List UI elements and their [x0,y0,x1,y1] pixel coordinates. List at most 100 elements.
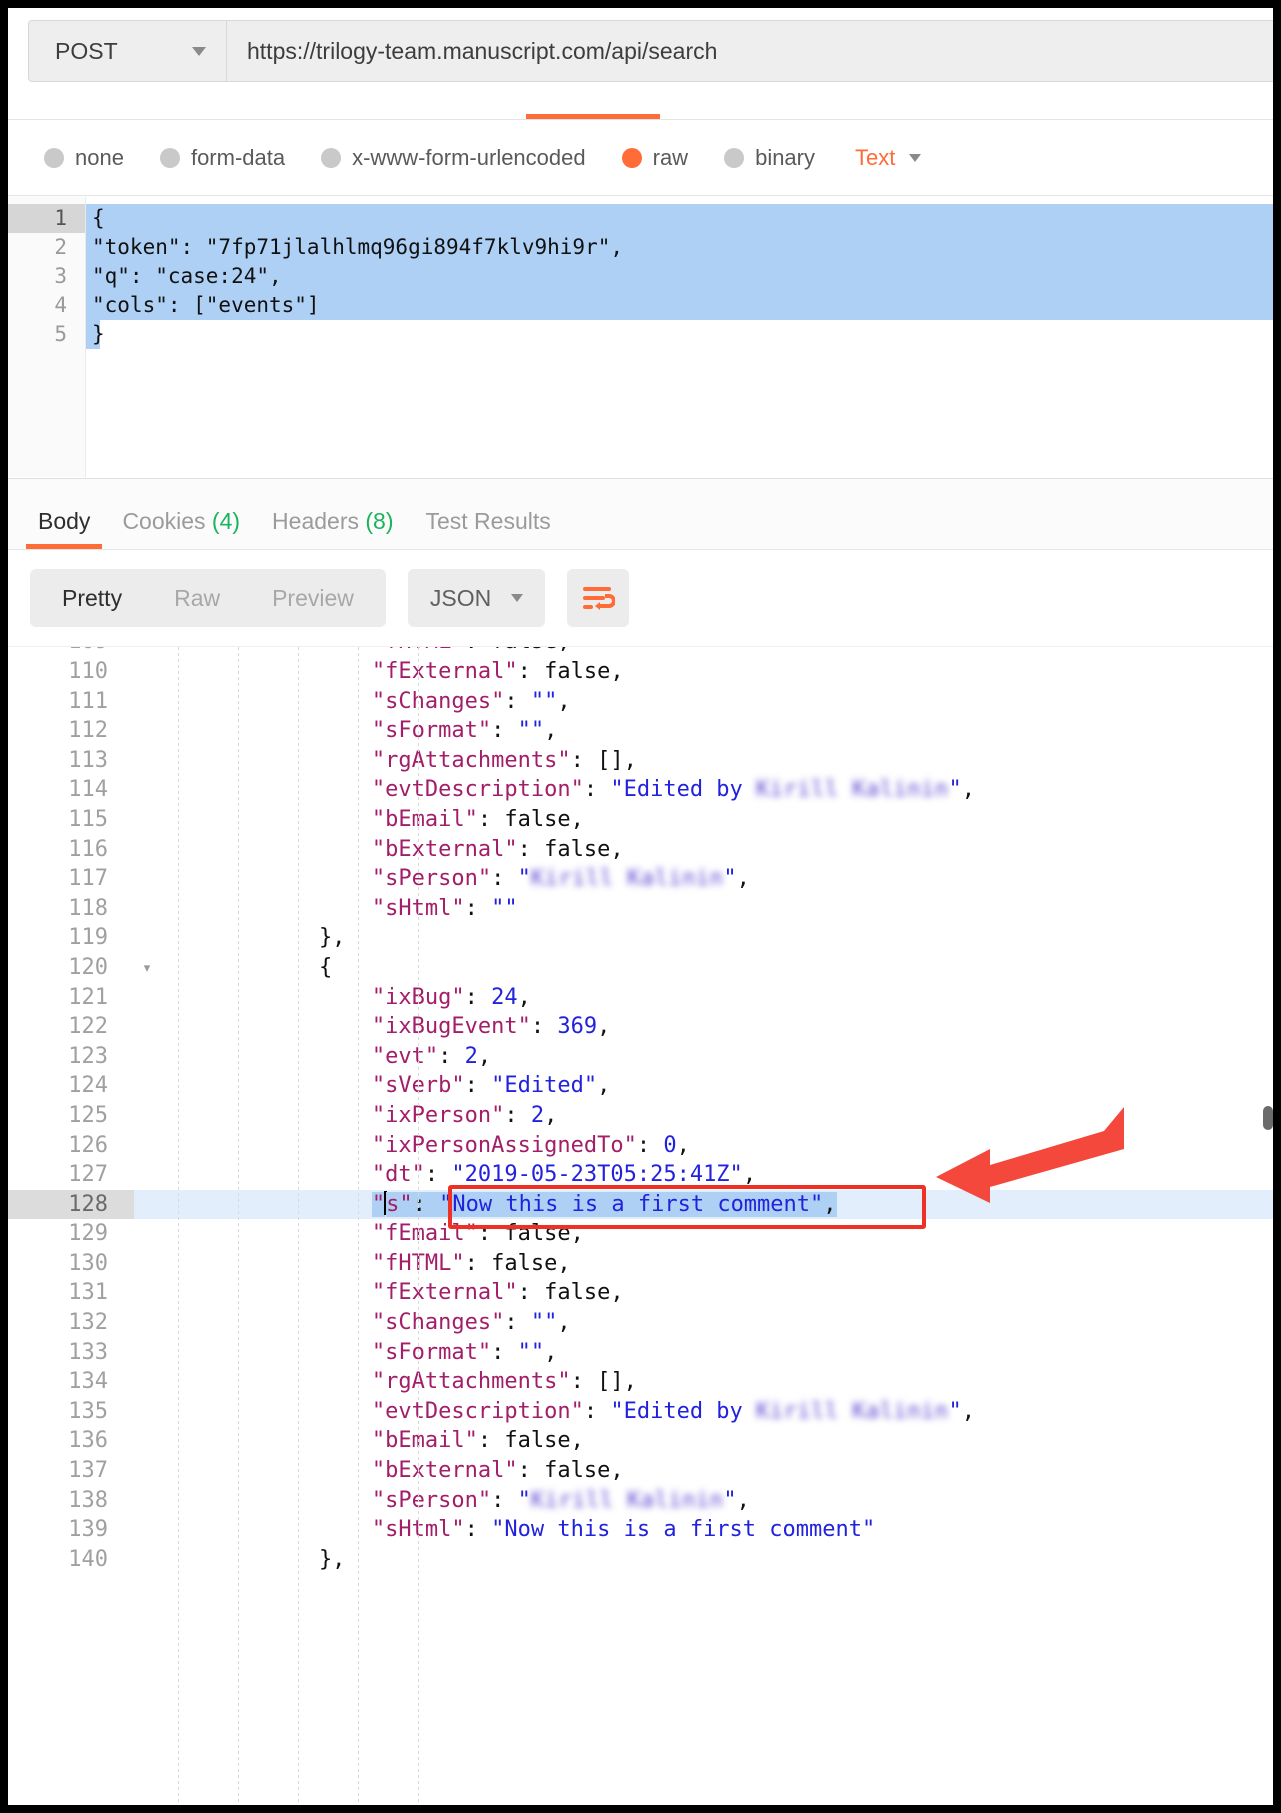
response-tab-headers[interactable]: Headers (8) [256,508,409,549]
response-code-text: "sChanges": "", [160,687,1273,717]
code-token: "" [517,718,545,744]
radio-icon [159,148,180,168]
radio-icon [621,148,642,168]
response-code-text: "sPerson": "Kirill Kalinin", [160,1486,1273,1516]
request-url-value: https://trilogy-team.manuscript.com/api/… [247,37,718,64]
code-token: "2019-05-23T05:25:41Z" [451,1162,743,1188]
response-line-number: 114 [68,777,108,803]
vertical-scrollbar-thumb[interactable] [1263,1106,1273,1130]
response-code-text: "fHTML": false, [160,647,1273,657]
code-token: "" [491,895,518,921]
response-code-text: "ixBugEvent": 369, [160,1012,1273,1042]
code-token: : [583,777,611,803]
response-code-line: 119 }, [8,923,1273,953]
code-token: , [597,1073,611,1099]
request-body-editor[interactable]: 12 3 4 5 {"token": "7fp71jlalhlmq96gi894f7k… [8,197,1273,477]
code-token: : [504,1310,531,1336]
word-wrap-button[interactable] [567,569,630,627]
request-tabstrip [8,104,1273,120]
response-line-number: 111 [68,688,108,714]
response-code-text: "fHTML": false, [160,1249,1273,1279]
code-token: 2 [530,1102,545,1128]
response-code-line: 139 "sHtml": "Now this is a first commen… [8,1515,1273,1545]
code-token: "rgAttachments" [160,1369,571,1395]
response-code-text: }, [160,1545,1273,1575]
code-token: , [517,984,531,1010]
body-type-form-data[interactable]: form-data [159,145,285,171]
code-token: : [491,718,518,744]
response-line-number: 118 [68,895,108,921]
body-type-raw[interactable]: raw [621,145,688,171]
code-token: "Edited by [610,1398,757,1424]
response-code-text: "evt": 2, [160,1042,1273,1072]
response-code-line: 124 "sVerb": "Edited", [8,1071,1273,1101]
code-token: false, [491,647,570,654]
view-mode-raw[interactable]: Raw [148,569,246,627]
code-token: "" [530,688,558,714]
response-line-number: 124 [68,1073,108,1099]
response-code-text: "fEmail": false, [160,1219,1273,1249]
code-token: " [517,866,531,892]
code-token: " [723,1487,737,1513]
response-code-line: 137 "bExternal": false, [8,1456,1273,1486]
response-tab-label: Test Results [425,508,551,534]
response-code-line: 111 "sChanges": "", [8,687,1273,717]
response-code-text: "sFormat": "", [160,1338,1273,1368]
body-type-x-www-form-urlencoded[interactable]: x-www-form-urlencoded [321,145,586,171]
response-code-line: 120 ▾ { [8,953,1273,983]
response-code-line: 109 "fHTML": false, [8,647,1273,657]
code-token: , [557,1310,571,1336]
http-method-dropdown[interactable]: POST [29,21,227,81]
code-token: : [464,1517,492,1543]
response-line-number: 133 [68,1339,108,1365]
body-type-binary[interactable]: binary [724,145,815,171]
fold-toggle-icon[interactable]: ▾ [134,953,160,983]
response-tab-body[interactable]: Body [22,508,106,549]
view-mode-pretty[interactable]: Pretty [36,569,148,627]
response-code-text: "bEmail": false, [160,1426,1273,1456]
code-token: : false, [517,1280,624,1306]
response-code-line: 118 "sHtml": "" [8,894,1273,924]
code-token: : [412,1191,440,1217]
code-token: "fEmail" [160,1221,478,1247]
code-token: "bExternal" [160,836,518,862]
response-body-viewer[interactable]: 109 "fHTML": false,110 "fExternal": fals… [8,646,1273,1805]
response-tab-cookies[interactable]: Cookies (4) [106,508,256,549]
response-code-line: 121 "ixBug": 24, [8,983,1273,1013]
code-token: : [491,1339,518,1365]
code-token: : [], [570,1369,637,1395]
response-code-text: "dt": "2019-05-23T05:25:41Z", [160,1160,1273,1190]
code-token: "evt" [160,1043,439,1069]
code-token: "sPerson" [160,1487,492,1513]
word-wrap-icon [583,587,616,610]
body-type-none[interactable]: none [44,145,124,171]
response-code-line: 117 "sPerson": "Kirill Kalinin", [8,864,1273,894]
code-token: "rgAttachments" [160,747,571,773]
response-line-number: 137 [68,1458,108,1484]
code-token: "Edited" [491,1073,598,1099]
code-token: : [491,1487,518,1513]
response-line-number: 132 [68,1310,108,1336]
response-code-line: 127 "dt": "2019-05-23T05:25:41Z", [8,1160,1273,1190]
code-token: fHTML [385,647,451,654]
response-code-text: "sChanges": "", [160,1308,1273,1338]
response-tab-test-results[interactable]: Test Results [409,508,566,549]
request-url-input[interactable]: https://trilogy-team.manuscript.com/api/… [227,21,1273,81]
response-format-dropdown[interactable]: JSON [407,569,546,627]
code-token: , [544,718,558,744]
raw-format-dropdown[interactable]: Text [855,145,922,171]
code-token: "Now this is a first comment" [491,1517,876,1543]
chevron-down-icon [511,594,524,602]
code-token: : false, [517,1458,624,1484]
request-code-area[interactable]: {"token": "7fp71jlalhlmq96gi894f7klv9hi9… [86,197,1273,477]
view-mode-preview[interactable]: Preview [246,569,380,627]
code-token: : [464,984,492,1010]
code-token: "ixPerson" [160,1102,505,1128]
